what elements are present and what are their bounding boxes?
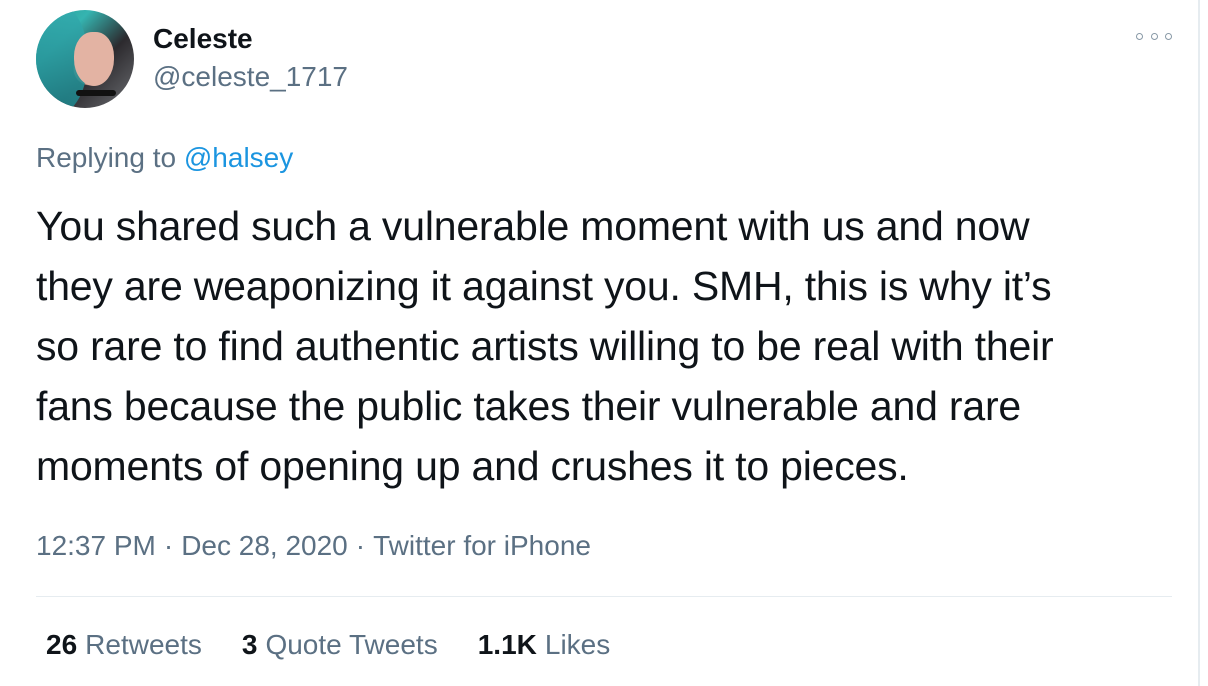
- tweet-text: You shared such a vulnerable moment with…: [36, 196, 1176, 496]
- tweet-text-line: so rare to find authentic artists willin…: [36, 323, 1054, 369]
- tweet-text-line: moments of opening up and crushes it to …: [36, 443, 909, 489]
- retweets-stat[interactable]: 26 Retweets: [46, 626, 202, 664]
- tweet-text-line: fans because the public takes their vuln…: [36, 383, 1022, 429]
- retweets-count: 26: [46, 629, 78, 660]
- meta-separator: ·: [163, 530, 174, 561]
- tweet-time[interactable]: 12:37 PM: [36, 530, 156, 561]
- quote-tweets-label: Quote Tweets: [265, 629, 438, 660]
- more-dot: [1165, 32, 1172, 40]
- tweet-text-line: You shared such a vulnerable moment with…: [36, 203, 1030, 249]
- avatar[interactable]: [36, 10, 134, 108]
- replying-to: Replying to @halsey: [36, 140, 293, 176]
- more-options-icon[interactable]: [1136, 26, 1172, 46]
- display-name[interactable]: Celeste: [153, 22, 253, 56]
- more-dot: [1136, 32, 1143, 40]
- tweet-date[interactable]: Dec 28, 2020: [181, 530, 348, 561]
- reply-mention-link[interactable]: @halsey: [184, 142, 293, 173]
- tweet-meta: 12:37 PM · Dec 28, 2020 · Twitter for iPhone: [36, 528, 591, 564]
- tweet-stats: 26 Retweets 3 Quote Tweets 1.1K Likes: [46, 626, 610, 664]
- likes-count: 1.1K: [477, 629, 537, 660]
- tweet-text-line: they are weaponizing it against you. SMH…: [36, 263, 1052, 309]
- replying-to-label: Replying to: [36, 142, 177, 173]
- avatar-face: [74, 32, 114, 86]
- meta-separator: ·: [355, 530, 366, 561]
- user-handle[interactable]: @celeste_1717: [153, 60, 348, 94]
- tweet-card: Celeste @celeste_1717 Replying to @halse…: [0, 0, 1200, 686]
- quote-tweets-count: 3: [241, 629, 258, 660]
- more-dot: [1150, 32, 1158, 40]
- avatar-choker: [76, 90, 116, 96]
- retweets-label: Retweets: [85, 629, 202, 660]
- likes-label: Likes: [544, 629, 611, 660]
- stats-divider: [36, 596, 1172, 597]
- tweet-source-link[interactable]: Twitter for iPhone: [373, 530, 591, 561]
- quote-tweets-stat[interactable]: 3 Quote Tweets: [242, 626, 438, 664]
- likes-stat[interactable]: 1.1K Likes: [478, 626, 611, 664]
